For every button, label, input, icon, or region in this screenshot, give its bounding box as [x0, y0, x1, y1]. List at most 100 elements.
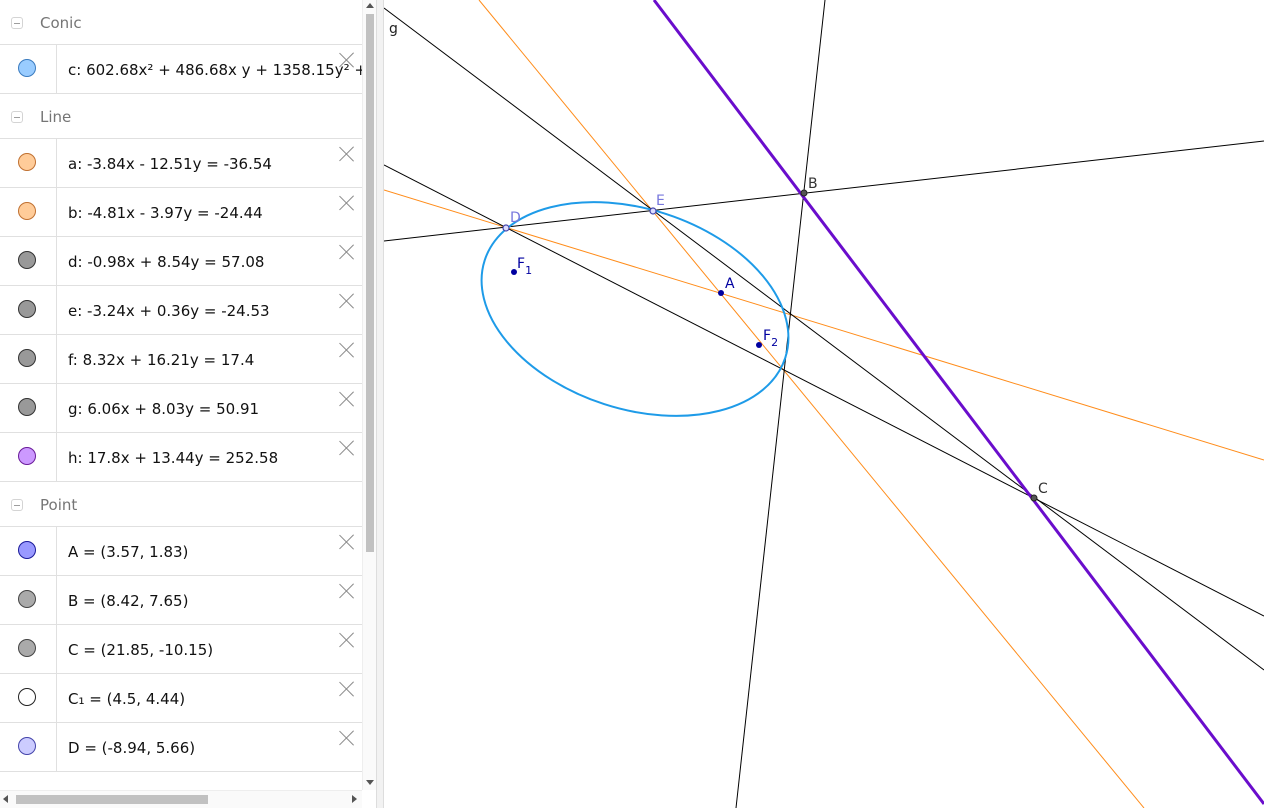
visibility-marble-icon[interactable]	[18, 202, 36, 220]
group-label: Point	[40, 496, 78, 514]
algebra-item-text[interactable]: C₁ = (4.5, 4.44)	[68, 690, 185, 708]
group-header-point[interactable]: Point	[0, 482, 362, 527]
visibility-toggle[interactable]	[0, 286, 57, 334]
algebra-item[interactable]: b: -4.81x - 3.97y = -24.44	[0, 188, 362, 237]
visibility-toggle[interactable]	[0, 527, 57, 575]
visibility-marble-icon[interactable]	[18, 349, 36, 367]
delete-icon[interactable]	[338, 194, 356, 212]
conic-c[interactable]	[454, 165, 816, 453]
delete-icon[interactable]	[338, 439, 356, 457]
visibility-toggle[interactable]	[0, 139, 57, 187]
delete-icon[interactable]	[338, 582, 356, 600]
visibility-toggle[interactable]	[0, 335, 57, 383]
algebra-item[interactable]: d: -0.98x + 8.54y = 57.08	[0, 237, 362, 286]
algebra-horizontal-scrollbar[interactable]	[0, 790, 362, 808]
view-splitter[interactable]	[376, 0, 384, 808]
delete-icon[interactable]	[338, 51, 356, 69]
graphics-canvas[interactable]: g D E B A C F1 F2	[384, 0, 1264, 808]
algebra-item-text[interactable]: a: -3.84x - 12.51y = -36.54	[68, 155, 272, 173]
line-f[interactable]	[384, 164, 1264, 617]
algebra-vertical-scrollbar[interactable]	[362, 0, 376, 790]
algebra-item-text[interactable]: D = (-8.94, 5.66)	[68, 739, 195, 757]
visibility-toggle[interactable]	[0, 433, 57, 481]
visibility-marble-icon[interactable]	[18, 300, 36, 318]
algebra-item[interactable]: a: -3.84x - 12.51y = -36.54	[0, 139, 362, 188]
point-c[interactable]	[1030, 494, 1038, 502]
delete-icon[interactable]	[338, 631, 356, 649]
point-label-c: C	[1038, 481, 1048, 497]
point-label-d: D	[510, 210, 521, 226]
visibility-toggle[interactable]	[0, 576, 57, 624]
visibility-marble-icon[interactable]	[18, 737, 36, 755]
group-label: Line	[40, 108, 72, 126]
point-b[interactable]	[800, 189, 808, 197]
point-a[interactable]	[718, 290, 724, 296]
algebra-item-text[interactable]: A = (3.57, 1.83)	[68, 543, 188, 561]
algebra-item[interactable]: C₁ = (4.5, 4.44)	[0, 674, 362, 723]
visibility-marble-icon[interactable]	[18, 447, 36, 465]
collapse-toggle-icon[interactable]	[11, 17, 23, 29]
algebra-item-text[interactable]: c: 602.68x² + 486.68x y + 1358.15y² + 1	[68, 61, 376, 79]
visibility-marble-icon[interactable]	[18, 398, 36, 416]
visibility-marble-icon[interactable]	[18, 590, 36, 608]
visibility-marble-icon[interactable]	[18, 688, 36, 706]
algebra-item-text[interactable]: h: 17.8x + 13.44y = 252.58	[68, 449, 278, 467]
visibility-marble-icon[interactable]	[18, 59, 36, 77]
visibility-marble-icon[interactable]	[18, 541, 36, 559]
delete-icon[interactable]	[338, 243, 356, 261]
algebra-item-text[interactable]: f: 8.32x + 16.21y = 17.4	[68, 351, 254, 369]
visibility-marble-icon[interactable]	[18, 639, 36, 657]
algebra-item-text[interactable]: g: 6.06x + 8.03y = 50.91	[68, 400, 259, 418]
point-label-f1: F1	[517, 256, 532, 277]
visibility-toggle[interactable]	[0, 45, 57, 93]
algebra-item[interactable]: B = (8.42, 7.65)	[0, 576, 362, 625]
algebra-item[interactable]: e: -3.24x + 0.36y = -24.53	[0, 286, 362, 335]
line-g[interactable]	[384, 7, 1264, 671]
line-label-g: g	[389, 21, 398, 37]
visibility-toggle[interactable]	[0, 625, 57, 673]
visibility-marble-icon[interactable]	[18, 153, 36, 171]
delete-icon[interactable]	[338, 680, 356, 698]
delete-icon[interactable]	[338, 145, 356, 163]
vertical-scroll-thumb[interactable]	[366, 14, 374, 552]
delete-icon[interactable]	[338, 292, 356, 310]
point-f2[interactable]	[756, 342, 762, 348]
collapse-toggle-icon[interactable]	[11, 499, 23, 511]
delete-icon[interactable]	[338, 390, 356, 408]
visibility-toggle[interactable]	[0, 723, 57, 771]
visibility-toggle[interactable]	[0, 237, 57, 285]
group-header-conic[interactable]: Conic	[0, 0, 362, 45]
visibility-marble-icon[interactable]	[18, 251, 36, 269]
visibility-toggle[interactable]	[0, 384, 57, 432]
graphics-view[interactable]: g D E B A C F1 F2	[384, 0, 1264, 808]
algebra-item[interactable]: h: 17.8x + 13.44y = 252.58	[0, 433, 362, 482]
delete-icon[interactable]	[338, 729, 356, 747]
algebra-item[interactable]: A = (3.57, 1.83)	[0, 527, 362, 576]
algebra-item[interactable]: f: 8.32x + 16.21y = 17.4	[0, 335, 362, 384]
delete-icon[interactable]	[338, 533, 356, 551]
scroll-left-arrow-icon[interactable]	[3, 795, 8, 803]
algebra-item-text[interactable]: e: -3.24x + 0.36y = -24.53	[68, 302, 270, 320]
point-label-f2: F2	[763, 328, 778, 349]
algebra-item[interactable]: C = (21.85, -10.15)	[0, 625, 362, 674]
algebra-item[interactable]: c: 602.68x² + 486.68x y + 1358.15y² + 1	[0, 45, 376, 94]
visibility-toggle[interactable]	[0, 188, 57, 236]
collapse-toggle-icon[interactable]	[11, 111, 23, 123]
visibility-toggle[interactable]	[0, 674, 57, 722]
scroll-down-arrow-icon[interactable]	[366, 780, 374, 785]
algebra-item-text[interactable]: B = (8.42, 7.65)	[68, 592, 188, 610]
horizontal-scroll-thumb[interactable]	[16, 795, 208, 804]
algebra-rows: Conic c: 602.68x² + 486.68x y + 1358.15y²…	[0, 0, 376, 772]
algebra-item-text[interactable]: b: -4.81x - 3.97y = -24.44	[68, 204, 263, 222]
group-header-line[interactable]: Line	[0, 94, 362, 139]
point-label-b: B	[808, 176, 818, 192]
algebra-item[interactable]: g: 6.06x + 8.03y = 50.91	[0, 384, 362, 433]
algebra-item-text[interactable]: d: -0.98x + 8.54y = 57.08	[68, 253, 264, 271]
algebra-item[interactable]: D = (-8.94, 5.66)	[0, 723, 362, 772]
point-d[interactable]	[502, 224, 510, 232]
delete-icon[interactable]	[338, 341, 356, 359]
point-label-e: E	[656, 193, 665, 209]
algebra-item-text[interactable]: C = (21.85, -10.15)	[68, 641, 213, 659]
scroll-up-arrow-icon[interactable]	[366, 3, 374, 8]
scroll-right-arrow-icon[interactable]	[352, 795, 357, 803]
